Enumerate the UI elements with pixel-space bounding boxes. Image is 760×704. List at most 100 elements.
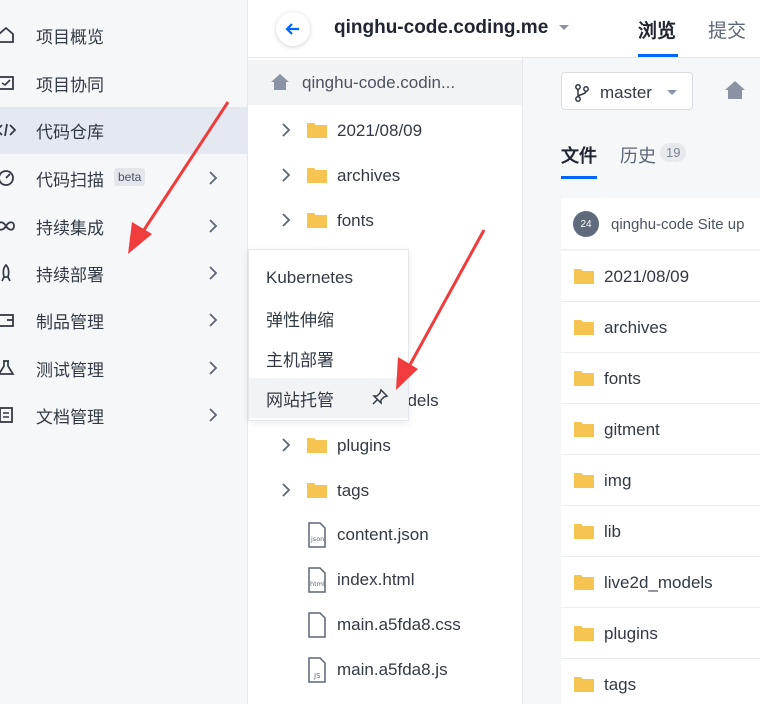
file-name: live2d_models [604,573,713,592]
file-row[interactable]: 2021/08/09 [561,251,760,302]
file-row[interactable]: plugins [561,608,760,659]
chevron-right-icon[interactable] [278,437,294,453]
folder-icon [574,269,594,284]
folder-icon [574,422,594,437]
tree-item[interactable]: archives [248,153,522,198]
file-row[interactable]: lib [561,506,760,557]
tree-item[interactable]: html index.html [248,557,522,602]
sidebar-item-label: 制品管理 [36,313,104,332]
folder-icon [307,483,327,498]
file-row[interactable]: archives [561,302,760,353]
flask-icon [0,358,16,378]
deploy-submenu: Kubernetes 弹性伸缩 主机部署 网站托管 [248,249,409,421]
beta-badge: beta [114,168,146,186]
folder-icon [574,626,594,641]
folder-icon [307,168,327,183]
folder-icon [307,438,327,453]
branch-select[interactable]: master [561,72,693,110]
file-type-badge: JS [313,672,321,680]
file-row[interactable]: tags [561,659,760,704]
file-row[interactable]: live2d_models [561,557,760,608]
sidebar-item-label: 持续集成 [36,219,104,238]
tree-item[interactable]: 2021/08/09 [248,108,522,153]
html-file-icon: html [308,567,326,593]
menu-item-host-deploy[interactable]: 主机部署 [249,338,408,378]
file-name: gitment [604,420,660,439]
menu-item-web-hosting[interactable]: 网站托管 [249,378,408,418]
sidebar-item-label: 持续部署 [36,266,104,285]
sidebar-item-collab[interactable]: 项目协同 [0,60,247,107]
file-name: archives [604,318,668,337]
chevron-right-icon [209,408,218,422]
history-count-badge: 19 [660,143,687,162]
sidebar-item-artifacts[interactable]: 制品管理 [0,297,247,344]
branch-icon [575,84,589,102]
chevron-right-icon [209,266,218,280]
sidebar-item-code-scan[interactable]: 代码扫描 beta [0,155,247,202]
branch-name: master [600,83,652,102]
home-icon[interactable] [724,80,746,100]
chevron-right-icon[interactable] [278,122,294,138]
menu-item-label: 弹性伸缩 [266,310,334,330]
caret-down-icon[interactable] [558,24,570,32]
rocket-icon [0,263,16,283]
folder-icon [307,123,327,138]
sidebar-item-label: 项目概览 [36,28,104,47]
tab-browse[interactable]: 浏览 [638,16,676,43]
folder-icon [574,320,594,335]
caret-down-icon [667,90,677,95]
code-icon [0,120,16,140]
menu-item-autoscaling[interactable]: 弹性伸缩 [249,298,408,338]
file-row[interactable]: img [561,455,760,506]
tree-item-label: 2021/08/09 [337,120,423,140]
file-row[interactable]: fonts [561,353,760,404]
tab-history[interactable]: 历史 [620,142,656,168]
file-name: fonts [604,369,641,388]
file-name: 2021/08/09 [604,267,690,286]
tab-commits[interactable]: 提交 [708,16,746,43]
sidebar-item-testing[interactable]: 测试管理 [0,345,247,392]
tab-files[interactable]: 文件 [561,142,597,168]
sidebar-item-label: 测试管理 [36,361,104,380]
back-button[interactable] [276,12,310,46]
tree-item[interactable]: plugins [248,423,522,468]
tree-root[interactable]: qinghu-code.codin... [248,60,522,105]
chevron-right-icon[interactable] [278,167,294,183]
sidebar-item-label: 文档管理 [36,408,104,427]
tree-item-label: index.html [337,569,415,589]
folder-icon [574,524,594,539]
file-name: img [604,471,632,490]
home-icon [271,74,289,90]
tree-item[interactable]: tags [248,468,522,513]
file-row[interactable]: gitment [561,404,760,455]
active-tab-indicator [561,176,597,179]
project-sidebar: 项目概览 项目协同 代码仓库 代码扫描 beta 持续集成 持续部署 制品管理 … [0,0,248,704]
tree-item[interactable]: main.a5fda8.css [248,602,522,647]
sidebar-item-overview[interactable]: 项目概览 [0,12,247,59]
tree-item-label: tags [337,480,370,500]
menu-item-label: Kubernetes [266,268,353,287]
tree-item-label: archives [337,165,401,185]
sidebar-item-docs[interactable]: 文档管理 [0,392,247,439]
tree-item[interactable]: JS main.a5fda8.js [248,647,522,692]
sidebar-item-code-repo[interactable]: 代码仓库 [0,107,247,154]
sidebar-item-label: 项目协同 [36,76,104,95]
latest-commit[interactable]: 24 qinghu-code Site up [561,198,760,250]
tree-item[interactable]: fonts [248,198,522,243]
tree-item-label: main.a5fda8.js [337,659,448,679]
menu-item-label: 主机部署 [266,350,334,370]
menu-item-kubernetes[interactable]: Kubernetes [249,258,408,298]
chevron-right-icon[interactable] [278,482,294,498]
json-file-icon: json [308,522,326,548]
file-type-badge: json [310,535,324,543]
sidebar-item-ci[interactable]: 持续集成 [0,203,247,250]
repo-title[interactable]: qinghu-code.coding.me [334,17,548,39]
tree-item[interactable]: json content.json [248,512,522,557]
commit-message: qinghu-code Site up [611,216,745,233]
pin-icon[interactable] [371,388,389,406]
folder-icon [574,473,594,488]
chevron-right-icon[interactable] [278,212,294,228]
sidebar-item-cd[interactable]: 持续部署 [0,250,247,297]
repo-header: qinghu-code.coding.me 浏览 提交 [248,0,760,58]
document-icon [0,405,16,425]
